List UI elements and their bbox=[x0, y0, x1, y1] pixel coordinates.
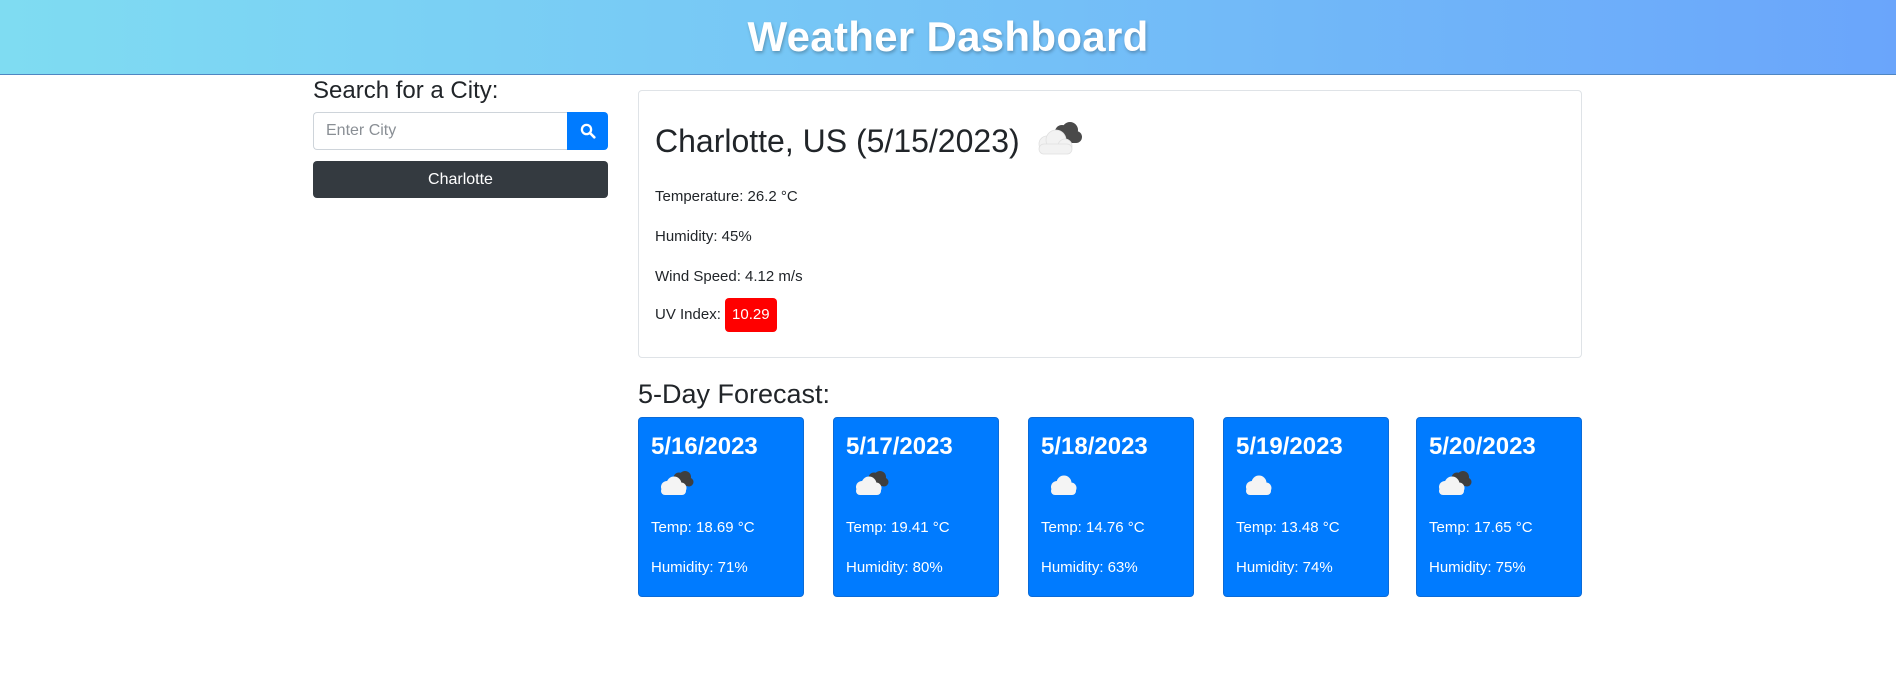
search-history-charlotte-button[interactable]: Charlotte bbox=[313, 161, 608, 198]
forecast-temp: Temp: 14.76 °C bbox=[1041, 519, 1145, 536]
forecast-humidity: Humidity: 63% bbox=[1041, 559, 1138, 576]
forecast-card: 5/16/2023 Temp: 18.69 °C Humidity: 71% bbox=[638, 417, 804, 597]
forecast-date: 5/19/2023 bbox=[1236, 433, 1343, 460]
current-wind-speed: Wind Speed: 4.12 m/s bbox=[655, 268, 803, 285]
current-humidity: Humidity: 45% bbox=[655, 228, 752, 245]
forecast-card: 5/19/2023 Temp: 13.48 °C Humidity: 74% bbox=[1223, 417, 1389, 597]
app-header: Weather Dashboard bbox=[0, 0, 1896, 75]
forecast-temp: Temp: 19.41 °C bbox=[846, 519, 950, 536]
cloudy-icon bbox=[655, 468, 791, 502]
forecast-temp: Temp: 17.65 °C bbox=[1429, 519, 1533, 536]
forecast-humidity: Humidity: 71% bbox=[651, 559, 748, 576]
forecast-date: 5/18/2023 bbox=[1041, 433, 1148, 460]
city-search-input[interactable] bbox=[313, 112, 567, 150]
cloud-icon bbox=[1045, 468, 1181, 502]
forecast-date: 5/16/2023 bbox=[651, 433, 758, 460]
forecast-temp: Temp: 18.69 °C bbox=[651, 519, 755, 536]
current-city-title: Charlotte, US (5/15/2023) bbox=[655, 122, 1020, 159]
cloud-icon bbox=[1240, 468, 1376, 502]
page-title: Weather Dashboard bbox=[747, 13, 1149, 60]
forecast-date: 5/17/2023 bbox=[846, 433, 953, 460]
forecast-humidity: Humidity: 80% bbox=[846, 559, 943, 576]
uv-index-badge: 10.29 bbox=[725, 298, 777, 332]
search-panel: Search for a City: Charlotte bbox=[313, 76, 608, 198]
forecast-humidity: Humidity: 74% bbox=[1236, 559, 1333, 576]
forecast-card: 5/20/2023 Temp: 17.65 °C Humidity: 75% bbox=[1416, 417, 1582, 597]
search-button[interactable] bbox=[567, 112, 608, 150]
forecast-card: 5/17/2023 Temp: 19.41 °C Humidity: 80% bbox=[833, 417, 999, 597]
forecast-list: 5/16/2023 Temp: 18.69 °C Humidity: 71% 5… bbox=[638, 417, 1582, 597]
cloudy-icon bbox=[1030, 119, 1084, 164]
forecast-humidity: Humidity: 75% bbox=[1429, 559, 1526, 576]
forecast-temp: Temp: 13.48 °C bbox=[1236, 519, 1340, 536]
search-form bbox=[313, 112, 608, 150]
forecast-heading: 5-Day Forecast: bbox=[638, 379, 831, 409]
current-uv-row: UV Index: 10.29 bbox=[655, 298, 777, 332]
forecast-card: 5/18/2023 Temp: 14.76 °C Humidity: 63% bbox=[1028, 417, 1194, 597]
cloudy-icon bbox=[850, 468, 986, 502]
search-icon bbox=[580, 123, 596, 139]
cloudy-icon bbox=[1433, 468, 1569, 502]
search-heading: Search for a City: bbox=[313, 77, 499, 104]
uv-label: UV Index: bbox=[655, 305, 721, 323]
current-weather-card: Charlotte, US (5/15/2023) Temperature: 2… bbox=[638, 90, 1582, 358]
forecast-date: 5/20/2023 bbox=[1429, 433, 1536, 460]
current-temperature: Temperature: 26.2 °C bbox=[655, 188, 798, 205]
